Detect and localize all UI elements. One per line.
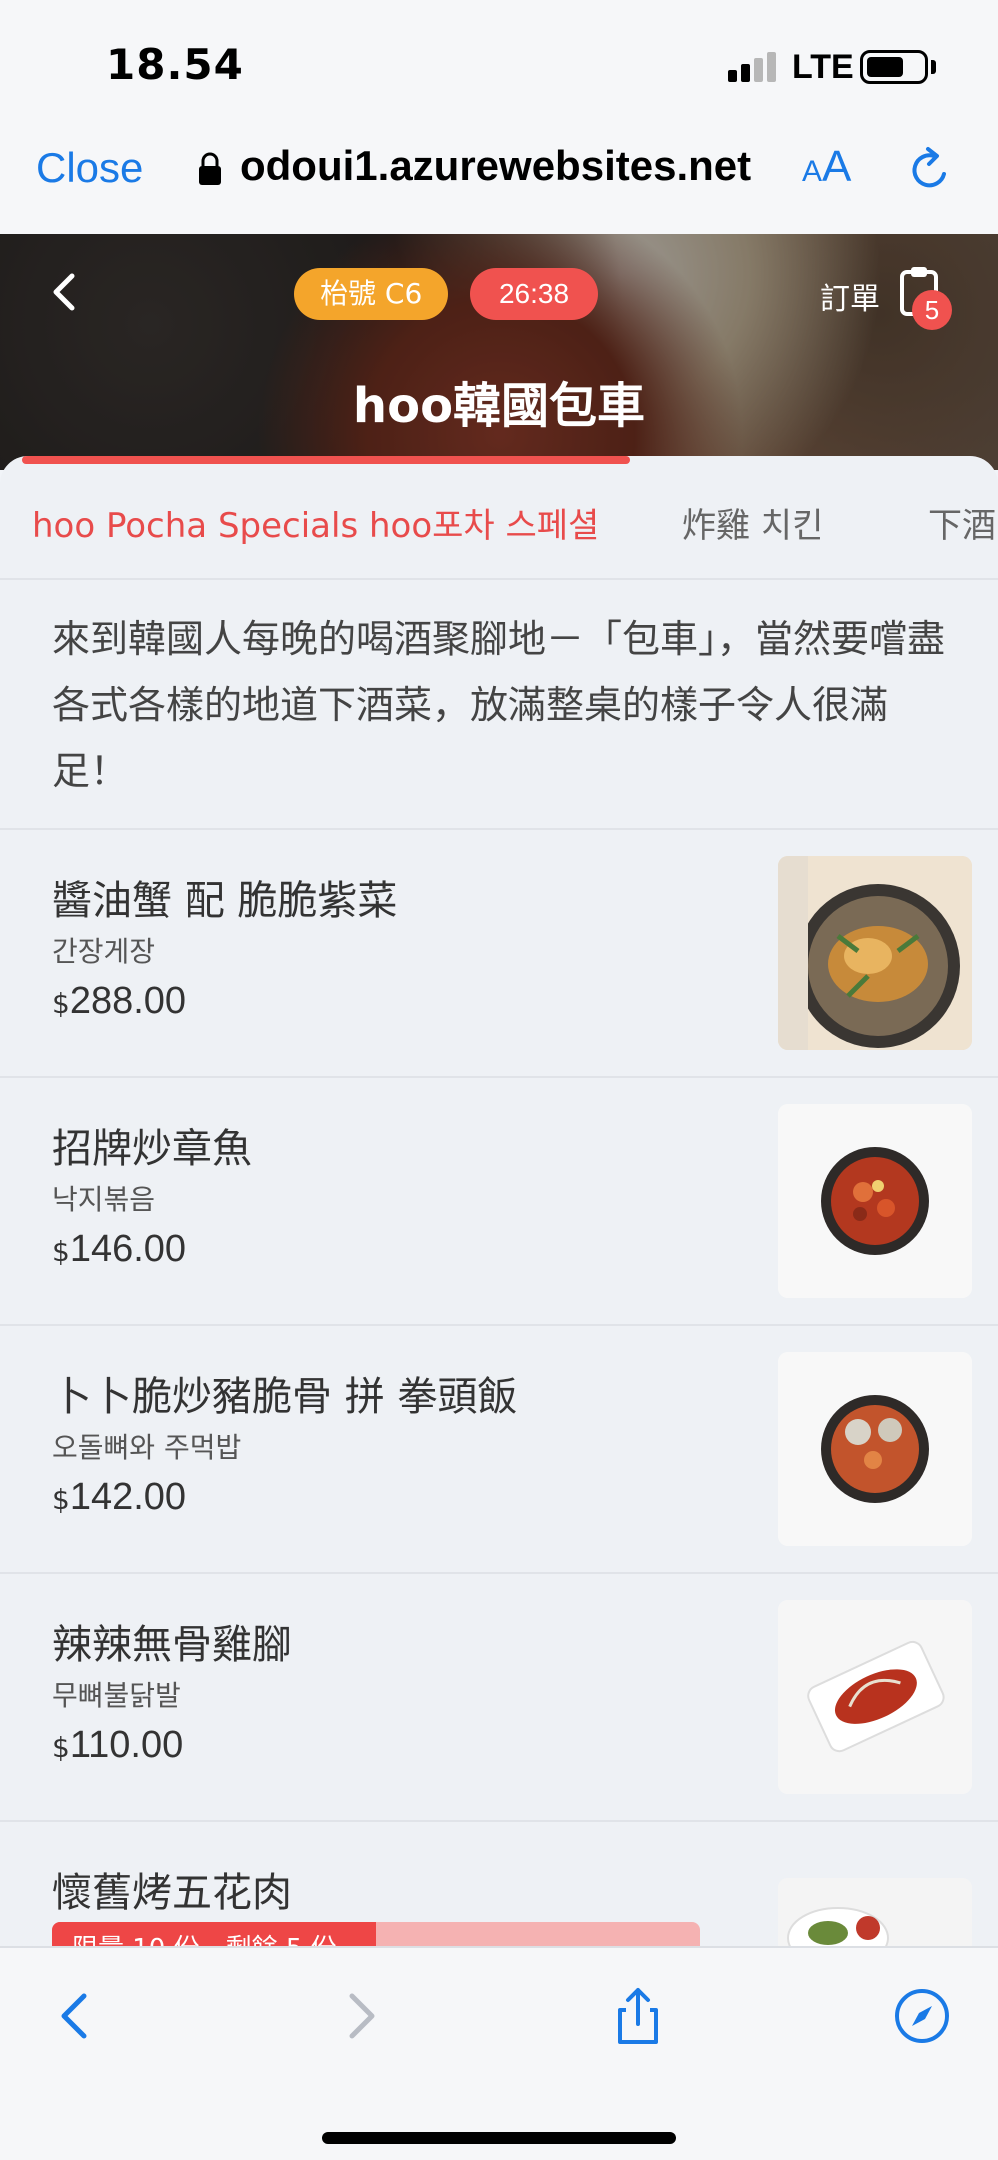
menu-item[interactable]: 懷舊烤五花肉 限量 10 份，剩餘 5 份 <box>0 1822 998 1946</box>
item-price: $146.00 <box>52 1228 187 1270</box>
limited-stock-text: 限量 10 份，剩餘 5 份 <box>72 1928 337 1946</box>
item-photo[interactable] <box>778 1600 972 1794</box>
item-price: $110.00 <box>52 1724 184 1766</box>
store-name: hoo韓國包車 <box>352 378 646 434</box>
item-subtitle: 오돌뼈와 주먹밥 <box>52 1431 242 1464</box>
category-tabs: hoo Pocha Specials hoo포차 스페셜 炸雞 치킨 下酒 <box>0 464 998 580</box>
item-photo[interactable] <box>778 1878 972 1946</box>
forward-icon[interactable] <box>330 1986 390 2046</box>
limited-stock-bar: 限量 10 份，剩餘 5 份 <box>52 1922 700 1946</box>
menu-item[interactable]: 招牌炒章魚 낙지볶음 $146.00 <box>0 1078 998 1326</box>
menu-sheet: hoo Pocha Specials hoo포차 스페셜 炸雞 치킨 下酒 來到… <box>0 456 998 1946</box>
item-photo[interactable] <box>778 1352 972 1546</box>
status-bar: 18.54 LTE <box>0 0 998 118</box>
tab-active-indicator <box>22 456 630 464</box>
store-banner: 枱號 C6 26:38 訂單 5 hoo韓國包車 <box>0 234 998 470</box>
back-icon[interactable] <box>46 1986 106 2046</box>
item-photo[interactable] <box>778 856 972 1050</box>
item-photo[interactable] <box>778 1104 972 1298</box>
item-subtitle: 무뼈불닭발 <box>52 1679 181 1712</box>
item-subtitle: 낙지볶음 <box>52 1183 156 1216</box>
home-indicator <box>322 2132 676 2144</box>
reload-icon[interactable] <box>904 144 956 196</box>
url-text[interactable]: odoui1.azurewebsites.net <box>240 142 751 190</box>
tab-fried-chicken[interactable]: 炸雞 치킨 <box>682 498 823 547</box>
item-name: 招牌炒章魚 <box>52 1126 252 1172</box>
item-name: 辣辣無骨雞腳 <box>52 1622 292 1668</box>
share-icon[interactable] <box>608 1986 668 2046</box>
order-count-badge: 5 <box>912 290 952 330</box>
order-label[interactable]: 訂單 <box>820 274 880 318</box>
item-name: 醬油蟹 配 脆脆紫菜 <box>52 878 398 924</box>
browser-url-bar: Close odoui1.azurewebsites.net AA <box>0 118 998 234</box>
network-type: LTE <box>792 48 854 86</box>
menu-item[interactable]: 辣辣無骨雞腳 무뼈불닭발 $110.00 <box>0 1574 998 1822</box>
item-name: 懷舊烤五花肉 <box>52 1870 292 1916</box>
battery-icon <box>860 50 928 84</box>
menu-item[interactable]: 醬油蟹 配 脆脆紫菜 간장게장 $288.00 <box>0 830 998 1078</box>
browser-toolbar <box>0 1946 998 2160</box>
table-number-badge: 枱號 C6 <box>294 268 449 320</box>
back-arrow-icon[interactable] <box>44 270 84 314</box>
item-price: $142.00 <box>52 1476 187 1518</box>
menu-item[interactable]: 卜卜脆炒豬脆骨 拼 拳頭飯 오돌뼈와 주먹밥 $142.00 <box>0 1326 998 1574</box>
signal-icon <box>728 52 780 82</box>
tab-bar-snacks[interactable]: 下酒 <box>928 498 996 547</box>
battery-tip <box>931 60 936 74</box>
tab-hoo-pocha-specials[interactable]: hoo Pocha Specials hoo포차 스페셜 <box>32 498 599 547</box>
close-button[interactable]: Close <box>36 144 143 192</box>
item-name: 卜卜脆炒豬脆骨 拼 拳頭飯 <box>52 1374 518 1420</box>
lock-icon <box>199 152 221 185</box>
item-subtitle: 간장게장 <box>52 935 156 968</box>
status-time: 18.54 <box>106 40 244 89</box>
item-price: $288.00 <box>52 980 187 1022</box>
compass-icon[interactable] <box>892 1986 952 2046</box>
text-size-button[interactable]: AA <box>802 142 851 192</box>
timer-badge: 26:38 <box>470 268 598 320</box>
category-description: 來到韓國人每晚的喝酒聚腳地－「包車」，當然要嚐盡各式各樣的地道下酒菜，放滿整桌的… <box>52 617 946 793</box>
